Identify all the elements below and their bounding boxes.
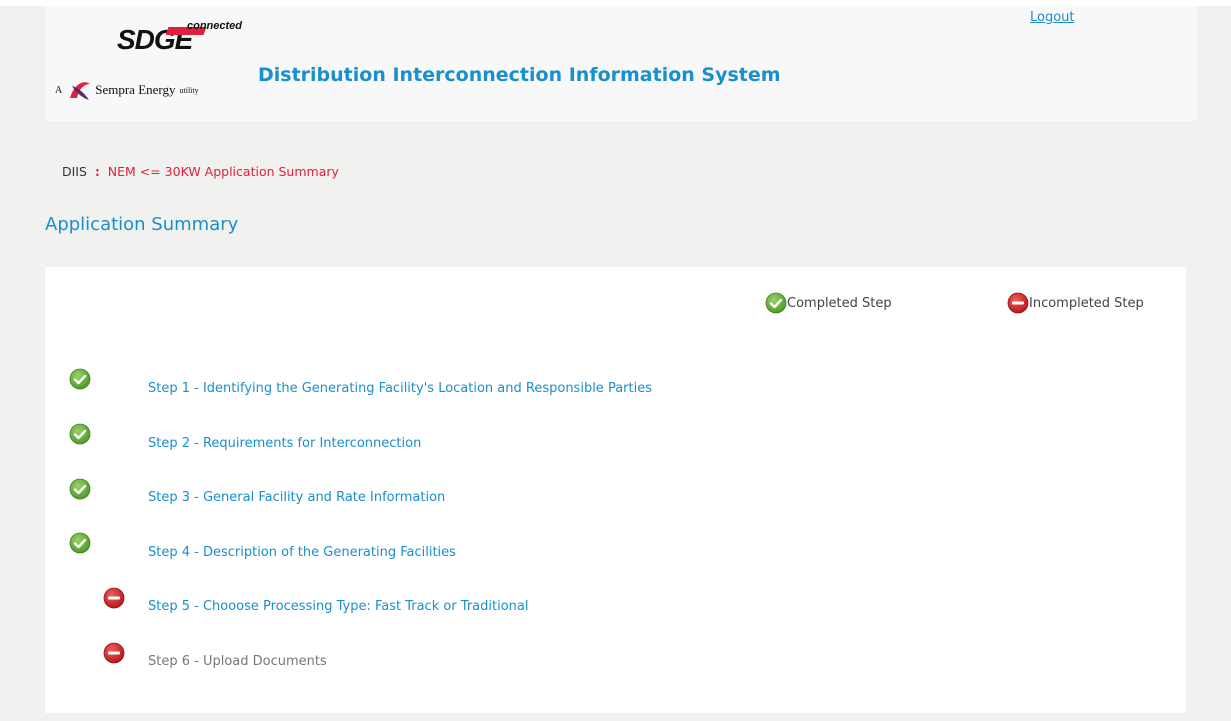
check-circle-icon [69, 478, 91, 500]
page-title: Application Summary [45, 214, 239, 235]
legend-incompleted: Incompleted Step [1007, 292, 1144, 314]
step-1-link[interactable]: Step 1 - Identifying the Generating Faci… [148, 381, 652, 396]
system-title: Distribution Interconnection Information… [258, 64, 781, 86]
logout-link[interactable]: Logout [1030, 10, 1075, 25]
breadcrumb-separator-icon: : [94, 164, 100, 179]
minus-circle-icon [103, 587, 125, 609]
check-circle-icon [69, 532, 91, 554]
check-circle-icon [69, 368, 91, 390]
step-4-link[interactable]: Step 4 - Description of the Generating F… [148, 545, 456, 560]
sdge-wordmark: SDGE [117, 24, 207, 56]
summary-panel: Completed Step Incompleted Step Step 1 -… [45, 267, 1186, 713]
breadcrumb-current: NEM <= 30KW Application Summary [107, 164, 339, 179]
minus-circle-icon [1007, 292, 1029, 314]
breadcrumb: DIIS : NEM <= 30KW Application Summary [62, 164, 339, 179]
legend-completed: Completed Step [765, 292, 892, 314]
header: SDGE connected A Sempra Energy utility L… [45, 6, 1197, 121]
sempra-swirl-icon [70, 82, 91, 100]
check-circle-icon [69, 423, 91, 445]
legend-completed-label: Completed Step [787, 295, 892, 311]
step-5-link[interactable]: Step 5 - Chooose Processing Type: Fast T… [148, 599, 528, 614]
step-2-link[interactable]: Step 2 - Requirements for Interconnectio… [148, 436, 421, 451]
step-6-label: Step 6 - Upload Documents [148, 654, 327, 669]
check-circle-icon [765, 292, 787, 314]
logo-tagline: connected [187, 20, 243, 32]
breadcrumb-root[interactable]: DIIS [62, 164, 87, 179]
sdge-logo: SDGE connected A Sempra Energy utility [55, 14, 255, 119]
step-3-link[interactable]: Step 3 - General Facility and Rate Infor… [148, 490, 445, 505]
minus-circle-icon [103, 642, 125, 664]
sempra-logo: A Sempra Energy utility [55, 77, 199, 103]
legend-incompleted-label: Incompleted Step [1029, 295, 1144, 311]
